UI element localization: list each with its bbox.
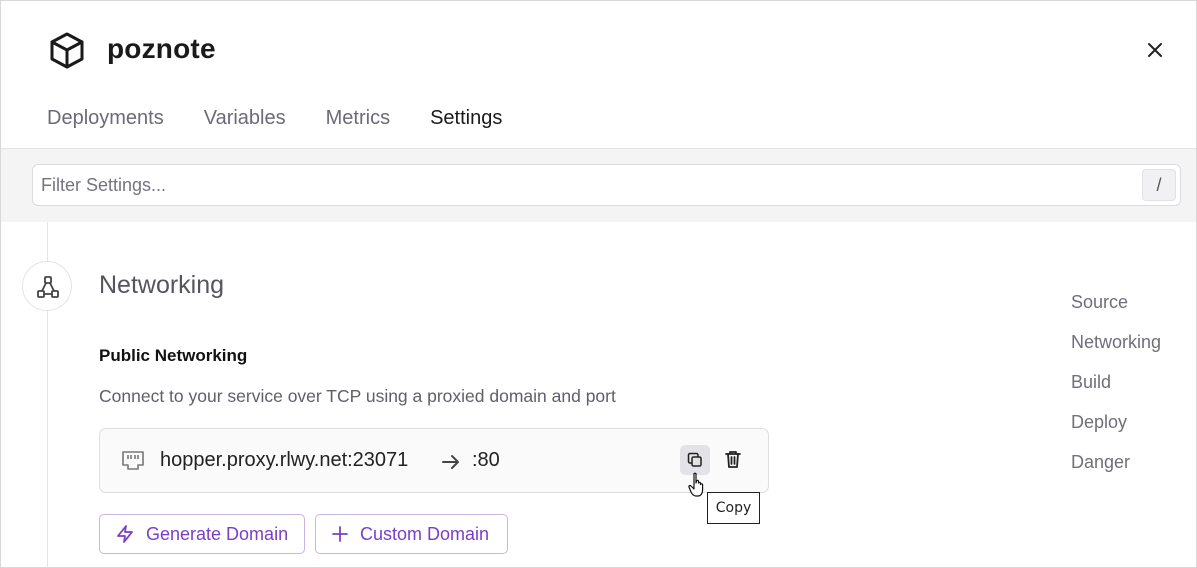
close-icon[interactable]: [1144, 39, 1166, 61]
nav-item-source[interactable]: Source: [1071, 291, 1161, 331]
lightning-icon: [117, 525, 133, 543]
tcp-proxy-card: hopper.proxy.rlwy.net:23071 :80: [99, 428, 769, 493]
cube-icon: [49, 31, 85, 69]
plus-icon: [332, 526, 348, 542]
filter-band: /: [1, 149, 1196, 222]
public-networking-title: Public Networking: [99, 346, 248, 365]
service-title: poznote: [107, 33, 216, 64]
nav-item-build[interactable]: Build: [1071, 371, 1161, 411]
custom-domain-button[interactable]: Custom Domain: [315, 514, 508, 554]
service-header: poznote Deployments Variables Metrics Se…: [1, 1, 1196, 149]
filter-box: /: [32, 164, 1181, 206]
generate-domain-label: Generate Domain: [146, 523, 289, 544]
arrow-right-icon: [440, 451, 462, 473]
tab-deployments[interactable]: Deployments: [47, 105, 164, 148]
copy-tooltip: Copy: [707, 492, 760, 524]
tab-bar: Deployments Variables Metrics Settings: [47, 105, 542, 149]
tab-variables[interactable]: Variables: [204, 105, 286, 148]
shortcut-key-badge: /: [1142, 169, 1176, 201]
custom-domain-label: Custom Domain: [360, 523, 490, 544]
nav-item-deploy[interactable]: Deploy: [1071, 411, 1161, 451]
proxy-domain: hopper.proxy.rlwy.net:23071: [160, 449, 409, 471]
generate-domain-button[interactable]: Generate Domain: [99, 514, 305, 554]
settings-section-nav: Source Networking Build Deploy Danger: [1071, 291, 1161, 491]
network-nodes-icon: [22, 261, 72, 311]
section-title: Networking: [99, 271, 225, 299]
nav-item-networking[interactable]: Networking: [1071, 331, 1161, 371]
settings-window: poznote Deployments Variables Metrics Se…: [0, 0, 1197, 568]
public-networking-description: Connect to your service over TCP using a…: [99, 386, 616, 406]
hand-pointer-icon: [688, 472, 708, 498]
tab-metrics[interactable]: Metrics: [326, 105, 390, 148]
trash-icon[interactable]: [720, 446, 746, 474]
filter-settings-input[interactable]: [41, 165, 1131, 205]
copy-button[interactable]: [680, 445, 710, 475]
proxy-port: :80: [472, 449, 500, 471]
nav-item-danger[interactable]: Danger: [1071, 451, 1161, 491]
tab-settings[interactable]: Settings: [430, 105, 503, 149]
ethernet-port-icon: [121, 449, 145, 473]
